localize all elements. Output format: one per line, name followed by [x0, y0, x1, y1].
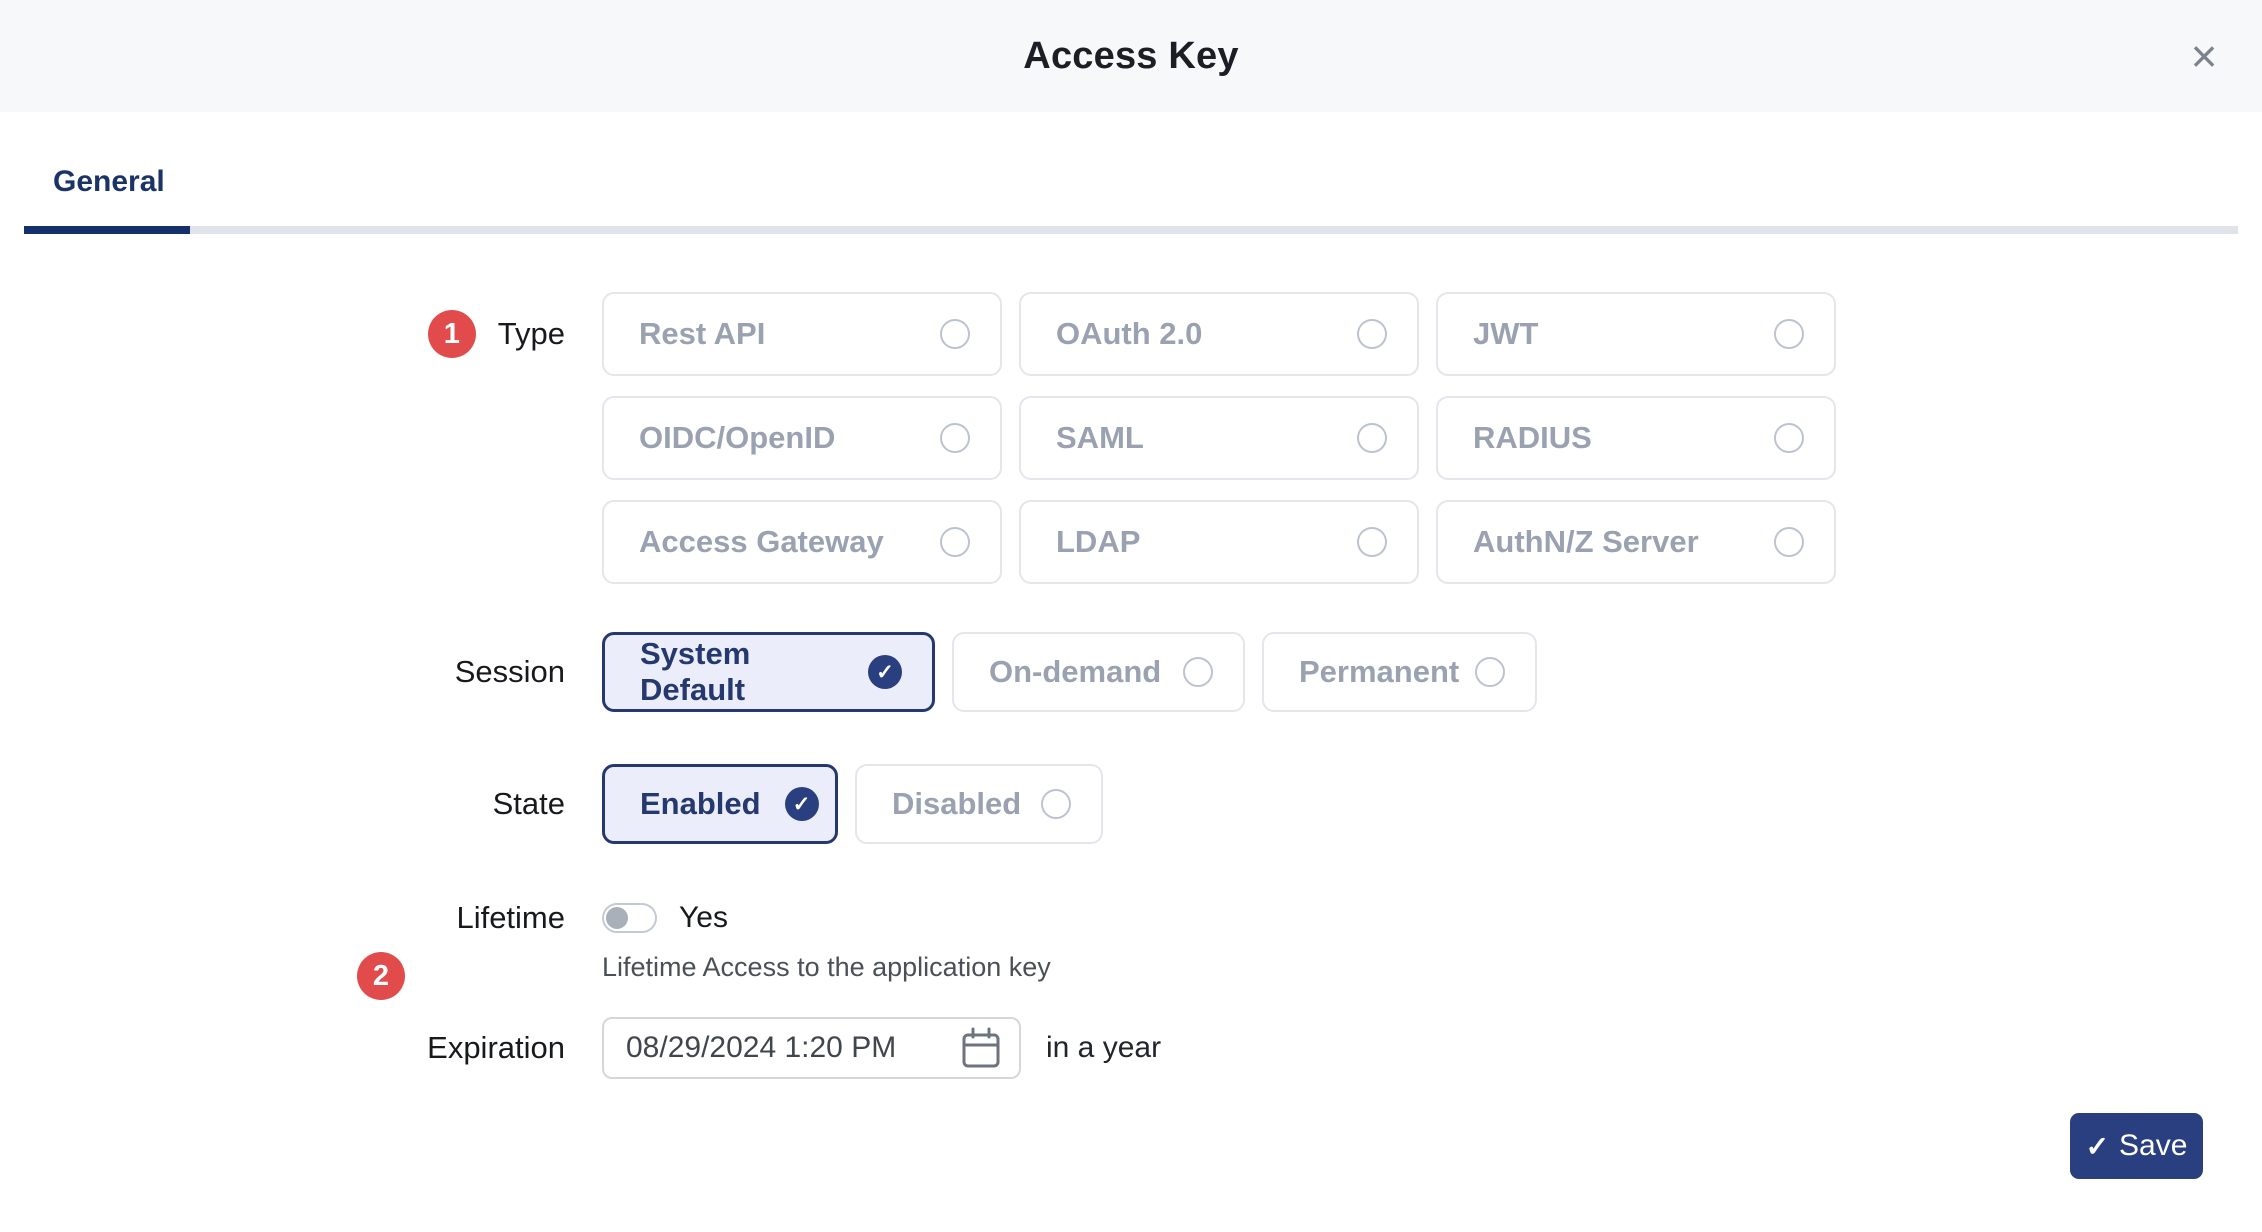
session-row: Session System Default ✓ On-demand Perma…	[0, 632, 2262, 712]
calendar-icon[interactable]	[961, 1027, 1001, 1069]
tab-bar: General	[0, 112, 2262, 263]
lifetime-row: 2 Lifetime Yes Lifetime Access to the ap…	[0, 900, 2262, 983]
session-option-on-demand[interactable]: On-demand	[952, 632, 1245, 712]
type-row: 1 Type Rest API OAuth 2.0 JWT O	[0, 292, 2262, 584]
radio-icon	[1183, 657, 1213, 687]
access-key-modal: Access Key × General 1 Type Rest API	[0, 0, 2262, 1232]
close-icon[interactable]: ×	[2178, 30, 2230, 82]
session-option-permanent[interactable]: Permanent	[1262, 632, 1537, 712]
type-option-saml[interactable]: SAML	[1019, 396, 1419, 480]
radio-icon	[940, 423, 970, 453]
lifetime-help-text: Lifetime Access to the application key	[602, 952, 1051, 983]
step-badge-2: 2	[357, 952, 405, 1000]
lifetime-toggle[interactable]	[602, 903, 657, 933]
radio-icon	[940, 319, 970, 349]
radio-icon	[1357, 319, 1387, 349]
session-options: System Default ✓ On-demand Permanent	[602, 632, 1537, 712]
check-icon: ✓	[785, 787, 819, 821]
type-option-radius[interactable]: RADIUS	[1436, 396, 1836, 480]
state-row: State Enabled ✓ Disabled	[0, 764, 2262, 844]
radio-icon	[940, 527, 970, 557]
radio-icon	[1357, 423, 1387, 453]
tab-track	[24, 226, 2238, 234]
tab-active-indicator	[24, 226, 190, 234]
expiration-label: Expiration	[427, 1030, 565, 1066]
session-option-system-default[interactable]: System Default ✓	[602, 632, 935, 712]
radio-icon	[1475, 657, 1505, 687]
state-options: Enabled ✓ Disabled	[602, 764, 1103, 844]
modal-header: Access Key ×	[0, 0, 2262, 112]
type-option-ldap[interactable]: LDAP	[1019, 500, 1419, 584]
radio-icon	[1357, 527, 1387, 557]
expiration-hint: in a year	[1046, 1031, 1161, 1065]
check-icon: ✓	[868, 655, 902, 689]
radio-icon	[1774, 423, 1804, 453]
type-option-access-gateway[interactable]: Access Gateway	[602, 500, 1002, 584]
toggle-knob	[606, 907, 628, 929]
expiration-date-value: 08/29/2024 1:20 PM	[626, 1031, 896, 1065]
tab-general[interactable]: General	[53, 165, 165, 199]
lifetime-label: Lifetime	[456, 900, 565, 936]
session-label: Session	[455, 654, 565, 690]
save-button-label: Save	[2119, 1129, 2187, 1163]
check-icon: ✓	[2086, 1130, 2109, 1163]
step-badge-1: 1	[428, 310, 476, 358]
state-option-enabled[interactable]: Enabled ✓	[602, 764, 838, 844]
type-options: Rest API OAuth 2.0 JWT OIDC/OpenID SAML	[602, 292, 1836, 584]
type-option-jwt[interactable]: JWT	[1436, 292, 1836, 376]
radio-icon	[1041, 789, 1071, 819]
type-label: Type	[498, 316, 565, 352]
modal-title: Access Key	[0, 0, 2262, 112]
radio-icon	[1774, 319, 1804, 349]
save-button[interactable]: ✓ Save	[2070, 1113, 2203, 1179]
access-key-form: 1 Type Rest API OAuth 2.0 JWT O	[0, 292, 2262, 1079]
state-option-disabled[interactable]: Disabled	[855, 764, 1103, 844]
expiration-date-input[interactable]: 08/29/2024 1:20 PM	[602, 1017, 1021, 1079]
type-option-authnz-server[interactable]: AuthN/Z Server	[1436, 500, 1836, 584]
type-option-oauth2[interactable]: OAuth 2.0	[1019, 292, 1419, 376]
state-label: State	[493, 786, 565, 822]
type-option-rest-api[interactable]: Rest API	[602, 292, 1002, 376]
expiration-row: Expiration 08/29/2024 1:20 PM in a year	[0, 1017, 2262, 1079]
type-option-oidc[interactable]: OIDC/OpenID	[602, 396, 1002, 480]
lifetime-toggle-value: Yes	[679, 901, 728, 935]
radio-icon	[1774, 527, 1804, 557]
